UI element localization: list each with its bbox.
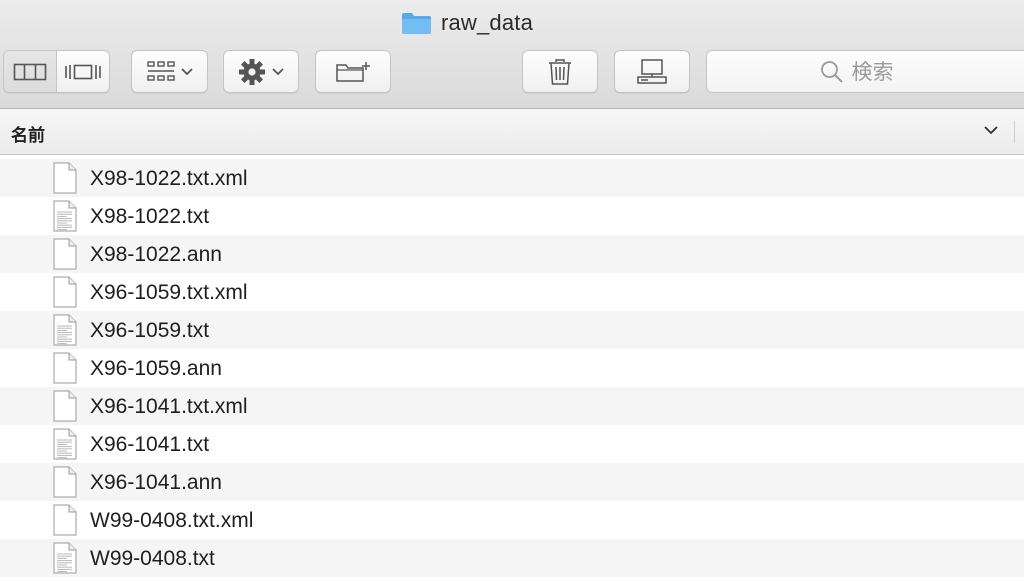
chevron-down-icon: [272, 67, 284, 75]
coverflow-view-icon: [65, 64, 101, 79]
name-column-header[interactable]: 名前: [11, 121, 45, 146]
folder-icon: [401, 13, 431, 34]
view-mode-control: [3, 50, 110, 93]
coverflow-view-button[interactable]: [57, 51, 109, 92]
connect-server-icon: [637, 58, 667, 84]
blank-document-icon: [53, 466, 77, 498]
new-folder-icon: [336, 61, 370, 82]
finder-toolbar: raw_data: [0, 0, 1024, 109]
chevron-down-icon: [180, 67, 193, 75]
column-separator: [1014, 121, 1015, 143]
file-row[interactable]: X98-1022.txt: [0, 197, 1024, 235]
search-icon: [820, 60, 843, 83]
blank-document-icon: [53, 352, 77, 384]
blank-document-icon: [53, 390, 77, 422]
trash-button[interactable]: [522, 50, 598, 93]
text-document-icon: [53, 428, 77, 460]
file-row[interactable]: X96-1041.txt: [0, 425, 1024, 463]
text-document-icon: [53, 200, 77, 232]
file-name: X96-1059.txt: [90, 319, 210, 342]
file-row[interactable]: X96-1059.txt: [0, 311, 1024, 349]
file-row[interactable]: W99-0408.txt: [0, 539, 1024, 577]
file-name: W99-0408.txt: [90, 547, 215, 570]
search-input[interactable]: [851, 59, 912, 84]
file-name: X98-1022.ann: [90, 243, 222, 266]
file-name: W99-0408.txt.xml: [90, 509, 254, 532]
file-row[interactable]: W99-0408.txt.xml: [0, 501, 1024, 539]
file-row[interactable]: X98-1022.ann: [0, 235, 1024, 273]
text-document-icon: [53, 542, 77, 574]
connect-server-button[interactable]: [614, 50, 690, 93]
trash-icon: [549, 58, 571, 85]
file-name: X98-1022.txt: [90, 205, 210, 228]
file-name: X96-1059.ann: [90, 357, 222, 380]
file-name: X96-1041.txt: [90, 433, 210, 456]
columns-view-icon: [13, 63, 47, 80]
gear-icon: [239, 58, 265, 85]
arrange-button[interactable]: [131, 50, 208, 93]
chevron-down-icon[interactable]: [984, 125, 998, 135]
window-title-bar: raw_data: [0, 8, 1024, 38]
file-row[interactable]: X96-1041.ann: [0, 463, 1024, 501]
blank-document-icon: [53, 504, 77, 536]
action-button[interactable]: [223, 50, 299, 93]
grid-arrange-icon: [146, 60, 175, 81]
new-folder-button[interactable]: [315, 50, 391, 93]
file-name: X98-1022.txt.xml: [90, 167, 248, 190]
file-row[interactable]: X96-1059.ann: [0, 349, 1024, 387]
columns-view-button[interactable]: [4, 51, 56, 92]
file-name: X96-1041.txt.xml: [90, 395, 248, 418]
file-name: X96-1059.txt.xml: [90, 281, 248, 304]
blank-document-icon: [53, 238, 77, 270]
file-row[interactable]: X98-1022.txt.xml: [0, 159, 1024, 197]
file-list: X98-1022.txt.xml X98-1022.txt X98-1022.ann…: [0, 159, 1024, 577]
file-row[interactable]: X96-1041.txt.xml: [0, 387, 1024, 425]
column-header-bar: 名前: [0, 109, 1024, 155]
window-title: raw_data: [440, 10, 534, 35]
blank-document-icon: [53, 162, 77, 194]
text-document-icon: [53, 314, 77, 346]
blank-document-icon: [53, 276, 77, 308]
file-name: X96-1041.ann: [90, 471, 222, 494]
file-row[interactable]: X96-1059.txt.xml: [0, 273, 1024, 311]
search-field[interactable]: [706, 50, 1024, 93]
